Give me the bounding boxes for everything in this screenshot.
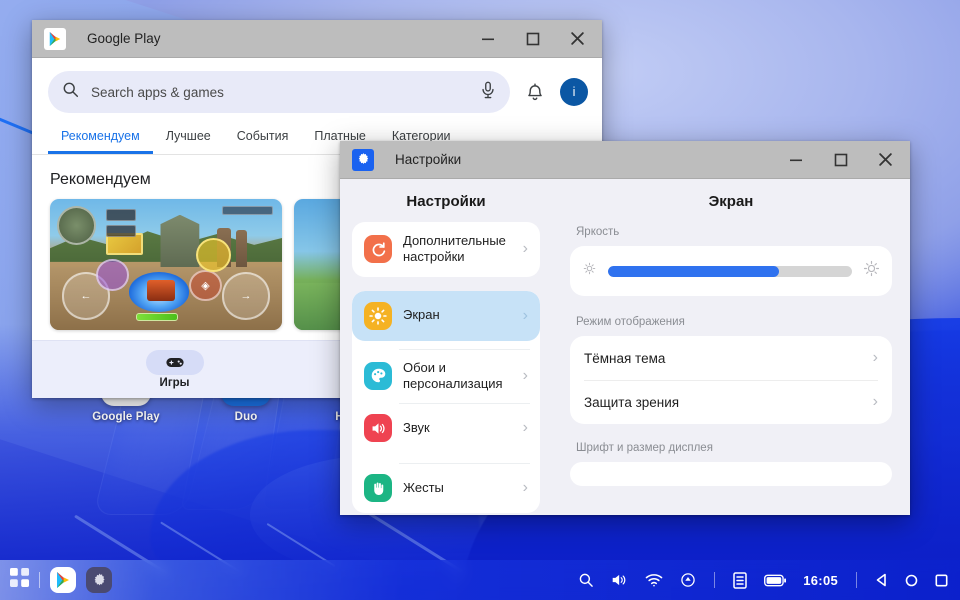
play-window-controls — [465, 20, 600, 57]
settings-titlebar[interactable]: Настройки — [340, 141, 910, 179]
volume-icon[interactable] — [611, 572, 628, 588]
tab-recommended[interactable]: Рекомендуем — [48, 123, 153, 154]
settings-window-title: Настройки — [395, 152, 462, 167]
sidebar-item-label: Обои и персонализация — [403, 359, 503, 391]
sidebar-item-display[interactable]: Экран › — [352, 290, 540, 341]
settings-gear-icon — [352, 148, 374, 171]
chevron-right-icon: › — [522, 306, 528, 324]
search-input[interactable]: Search apps & games — [48, 71, 510, 113]
display-mode-row-eye-protection[interactable]: Защита зрения › — [570, 380, 892, 424]
taskbar-divider — [39, 572, 40, 588]
play-titlebar[interactable]: Google Play — [32, 20, 602, 58]
screenshot-thumbnail[interactable]: ← → ◈ — [50, 199, 282, 330]
font-section-label: Шрифт и размер дисплея — [576, 442, 713, 454]
settings-window[interactable]: Настройки Настройки Дополнительные настр… — [340, 141, 910, 515]
display-mode-section-label: Режим отображения — [576, 316, 685, 328]
home-circle-icon[interactable] — [905, 574, 918, 587]
tab-events[interactable]: События — [224, 123, 302, 154]
brightness-card — [570, 246, 892, 296]
microphone-icon[interactable] — [480, 81, 496, 104]
desktop-icon-label: Duo — [234, 411, 258, 423]
display-mode-label: Тёмная тема — [584, 350, 666, 366]
wifi-icon[interactable] — [645, 573, 663, 588]
close-button[interactable] — [863, 141, 908, 178]
close-button[interactable] — [555, 20, 600, 57]
taskbar-system-tray: 16:05 — [578, 571, 960, 589]
sidebar-group-top: Дополнительные настройки › — [352, 222, 540, 277]
minimize-button[interactable] — [773, 141, 818, 178]
taskbar-clock[interactable]: 16:05 — [803, 573, 838, 588]
sync-refresh-icon — [364, 235, 392, 264]
taskbar-app-google-play[interactable] — [50, 567, 76, 593]
brightness-slider-fill — [608, 265, 779, 277]
speaker-volume-icon — [364, 414, 392, 442]
brightness-slider[interactable] — [608, 265, 852, 277]
display-mode-card: Тёмная тема › Защита зрения › — [570, 336, 892, 424]
chevron-right-icon: › — [522, 479, 528, 496]
detail-heading: Экран — [708, 193, 754, 210]
sidebar-heading: Настройки — [406, 193, 486, 210]
bottom-nav-games[interactable]: Игры — [95, 350, 255, 389]
taskbar-app-settings[interactable] — [86, 567, 112, 593]
settings-window-controls — [773, 141, 908, 178]
chevron-right-icon: › — [522, 240, 528, 258]
search-icon[interactable] — [578, 572, 594, 588]
chevron-right-icon: › — [522, 419, 528, 436]
brightness-high-icon — [863, 260, 880, 282]
settings-detail-pane: Экран Яркость Режим отображения Тёмная т… — [552, 179, 910, 515]
minimize-button[interactable] — [465, 20, 510, 57]
maximize-button[interactable] — [510, 20, 555, 57]
chevron-right-icon: › — [522, 366, 528, 384]
maximize-button[interactable] — [818, 141, 863, 178]
nav-divider — [856, 572, 857, 588]
sidebar-item-label: Жесты — [403, 479, 444, 495]
bell-icon[interactable] — [518, 75, 552, 109]
font-size-card[interactable] — [570, 462, 892, 486]
taskbar: 16:05 — [0, 560, 960, 600]
gamepad-icon — [145, 350, 204, 375]
sidebar-item-wallpaper[interactable]: Обои и персонализация › — [352, 348, 540, 404]
brightness-section-label: Яркость — [576, 226, 620, 238]
search-placeholder-text: Search apps & games — [91, 84, 224, 100]
taskbar-left — [0, 567, 112, 593]
play-search-row: Search apps & games i — [32, 58, 602, 123]
hand-gesture-icon — [364, 474, 392, 502]
chevron-right-icon: › — [872, 349, 878, 366]
back-triangle-icon[interactable] — [875, 573, 888, 587]
chevron-right-icon: › — [872, 393, 878, 410]
sidebar-item-label: Дополнительные настройки — [403, 233, 506, 265]
search-icon — [62, 81, 79, 103]
tray-divider — [714, 572, 716, 588]
apps-grid-icon[interactable] — [10, 568, 29, 592]
sidebar-item-additional-settings[interactable]: Дополнительные настройки › — [352, 222, 540, 277]
recents-square-icon[interactable] — [935, 573, 948, 587]
sidebar-group-main: Экран › Обои и персонализация › Звук › Ж… — [352, 290, 540, 513]
google-play-icon — [44, 27, 66, 50]
palette-icon — [364, 361, 392, 390]
sidebar-item-label: Экран — [403, 307, 440, 323]
display-mode-row-dark-theme[interactable]: Тёмная тема › — [570, 336, 892, 380]
avatar[interactable]: i — [560, 78, 588, 106]
sidebar-item-sound[interactable]: Звук › — [352, 403, 540, 453]
upload-circle-icon[interactable] — [680, 572, 696, 588]
brightness-low-icon — [582, 261, 597, 281]
list-panel-icon[interactable] — [733, 571, 747, 589]
bottom-nav-label: Игры — [159, 377, 190, 389]
display-mode-label: Защита зрения — [584, 394, 680, 410]
tab-top[interactable]: Лучшее — [153, 123, 224, 154]
sidebar-item-label: Звук — [403, 419, 430, 435]
settings-body: Настройки Дополнительные настройки › Экр… — [340, 179, 910, 515]
battery-icon[interactable] — [764, 574, 787, 587]
play-window-title: Google Play — [87, 31, 161, 46]
brightness-sun-icon — [364, 301, 392, 330]
desktop-icon-label: Google Play — [92, 411, 160, 423]
settings-sidebar: Настройки Дополнительные настройки › Экр… — [340, 179, 552, 515]
sidebar-item-gestures[interactable]: Жесты › — [352, 463, 540, 513]
